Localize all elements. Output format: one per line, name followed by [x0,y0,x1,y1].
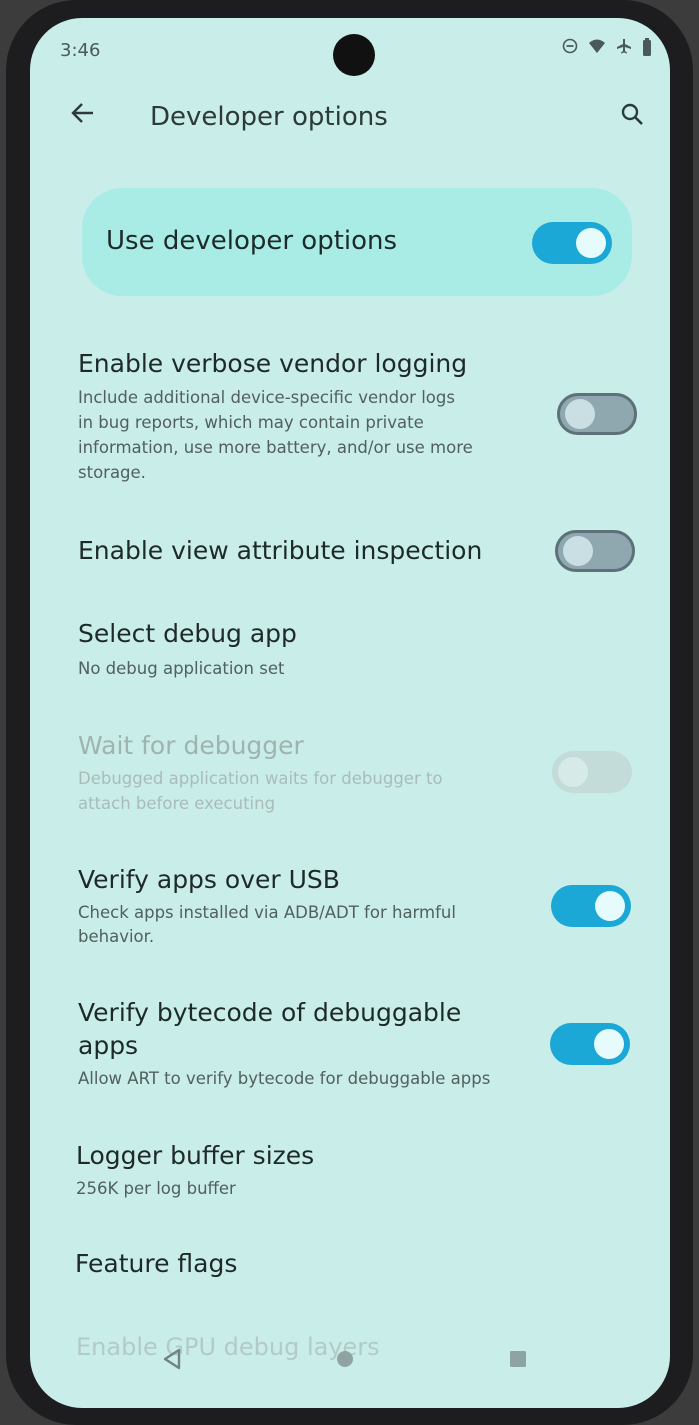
setting-title-line: apps [78,1031,139,1060]
setting-subtitle-line: Include additional device-specific vendo… [78,388,455,407]
toggle-knob [558,757,588,787]
square-recents-icon [510,1351,526,1367]
dnd-icon [562,38,578,61]
nav-recents-button[interactable] [501,1342,535,1376]
nav-home-button[interactable] [328,1342,362,1376]
toggle-knob [594,1029,624,1059]
toggle-knob [576,228,606,258]
setting-subtitle-line: information, use more battery, and/or us… [78,438,473,457]
setting-subtitle: No debug application set [78,659,285,678]
setting-title: Feature flags [75,1249,238,1278]
verify-bytecode-toggle[interactable] [550,1023,630,1065]
battery-icon [642,38,652,61]
triangle-back-icon [163,1348,181,1370]
toggle-knob [595,891,625,921]
setting-title: Verify apps over USB [78,865,340,894]
page-title: Developer options [150,102,388,132]
circle-home-icon [337,1351,353,1367]
setting-title-line: Verify bytecode of debuggable [78,998,462,1027]
setting-subtitle-line: attach before executing [78,794,276,813]
wifi-icon [588,38,606,61]
setting-subtitle: 256K per log buffer [76,1179,236,1198]
airplane-icon [616,38,632,61]
verbose-vendor-logging-toggle[interactable] [557,393,637,435]
wait-for-debugger-toggle [552,751,632,793]
toggle-knob [563,536,593,566]
verify-apps-over-usb-toggle[interactable] [551,885,631,927]
setting-subtitle-line: Debugged application waits for debugger … [78,769,443,788]
setting-subtitle-line: behavior. [78,927,155,946]
setting-title: Logger buffer sizes [76,1141,315,1170]
screen: 3:46 Developer options Use developer opt… [30,18,670,1408]
status-icons [562,38,652,61]
setting-title: Select debug app [78,619,297,648]
view-attribute-inspection-toggle[interactable] [555,530,635,572]
toggle-knob [565,399,595,429]
use-developer-options-toggle[interactable] [532,222,612,264]
status-time: 3:46 [60,40,101,61]
front-camera [333,34,375,76]
arrow-left-icon [71,103,93,123]
setting-subtitle-line: in bug reports, which may contain privat… [78,413,424,432]
search-button[interactable] [610,88,654,140]
setting-title: Enable verbose vendor logging [78,349,468,378]
use-developer-options-label: Use developer options [106,226,398,256]
setting-subtitle-line: Check apps installed via ADB/ADT for har… [78,903,456,922]
nav-back-button[interactable] [155,1342,189,1376]
setting-title: Enable view attribute inspection [78,536,483,565]
search-icon [621,103,643,125]
setting-title: Wait for debugger [78,731,304,760]
setting-subtitle-line: storage. [78,463,146,482]
back-button[interactable] [64,88,102,138]
setting-subtitle: Allow ART to verify bytecode for debugga… [78,1069,491,1088]
